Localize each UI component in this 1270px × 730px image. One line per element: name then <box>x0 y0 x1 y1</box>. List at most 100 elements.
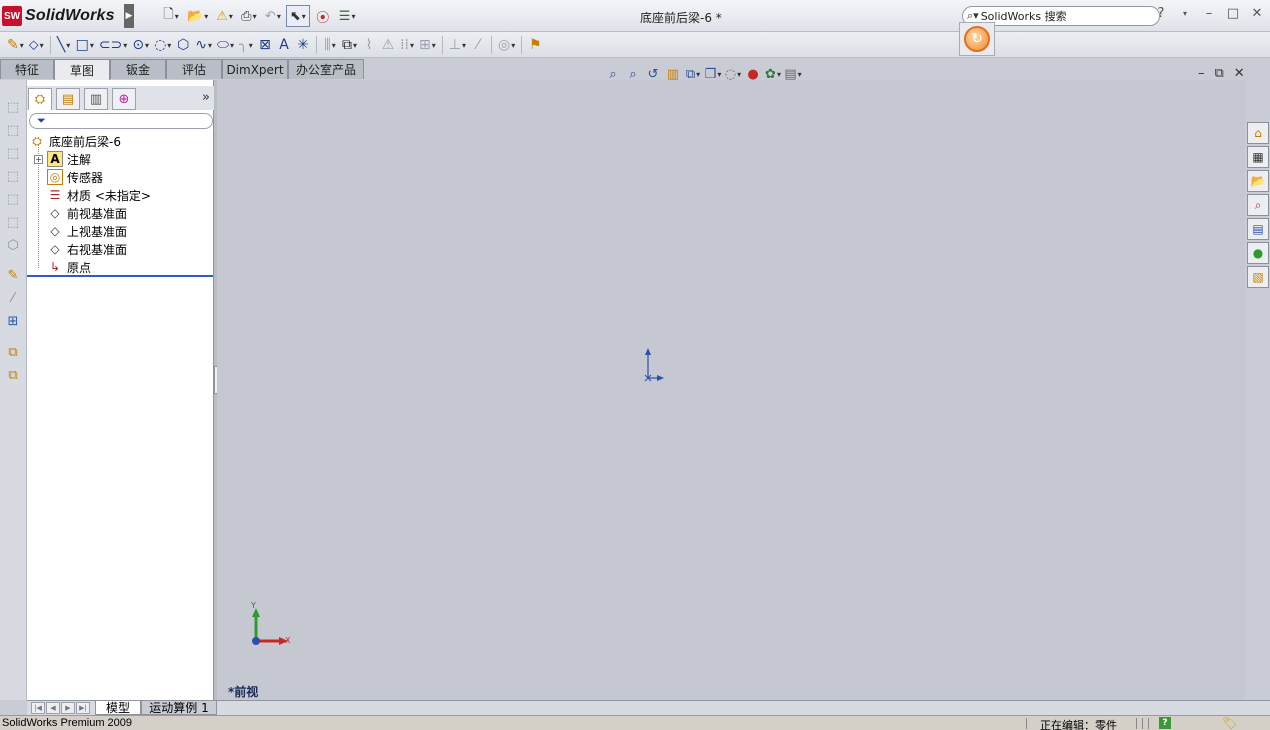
more-tabs-button[interactable]: » <box>202 90 210 105</box>
doc-minimize-button[interactable]: – <box>1198 66 1205 81</box>
tree-item-material[interactable]: ☰ 材质 <未指定> <box>47 186 151 204</box>
undo-icon[interactable]: ↶ ▾ <box>262 5 284 27</box>
polygon-icon[interactable]: ⬡ <box>174 34 192 56</box>
hide-show-items-icon[interactable]: ◌ ▾ <box>724 65 742 83</box>
design-library-icon[interactable]: ▦ <box>1247 146 1269 168</box>
text-icon[interactable]: A <box>275 34 293 56</box>
help-popup-button[interactable]: ↻ <box>959 22 995 56</box>
plane-icon[interactable]: ⊠ <box>256 34 274 56</box>
maximize-button[interactable]: □ <box>1226 6 1240 21</box>
help-dropdown-icon[interactable]: ▾ <box>1178 9 1192 18</box>
traffic-light-icon[interactable]: ⦿ <box>312 5 334 27</box>
offset-icon[interactable]: ⧉ ▾ <box>340 34 359 56</box>
sweep-icon[interactable]: ⬚ <box>4 144 22 162</box>
close-button[interactable]: ✕ <box>1250 6 1264 21</box>
block-icon[interactable]: ⧉ <box>4 343 22 361</box>
linear-pattern-icon[interactable]: ⁞⁞ ▾ <box>398 34 416 56</box>
circle-icon[interactable]: ⊙ ▾ <box>130 34 151 56</box>
feature-manager-tab-icon[interactable]: ⛭ <box>28 88 52 110</box>
move-entities-icon[interactable]: ⊞ ▾ <box>417 34 438 56</box>
first-tab-icon[interactable]: |◀ <box>31 702 45 714</box>
rectangle-icon[interactable]: □ ▾ <box>74 34 96 56</box>
tab-motion-study[interactable]: 运动算例 1 <box>141 701 217 715</box>
display-style-icon[interactable]: ❒ ▾ <box>704 65 722 83</box>
resources-icon[interactable]: ⌂ <box>1247 122 1269 144</box>
open-folder-icon[interactable]: 📂 ▾ <box>184 5 211 27</box>
sketch-fillet-icon[interactable]: ╮ ▾ <box>237 34 255 56</box>
appearances-icon[interactable]: ● <box>1247 242 1269 264</box>
rebuild-icon[interactable]: ⚠ ▾ <box>213 5 236 27</box>
tree-item-front-plane[interactable]: ◇ 前视基准面 <box>47 204 127 222</box>
doc-restore-button[interactable]: ⧉ <box>1215 66 1224 81</box>
last-tab-icon[interactable]: ▶| <box>76 702 90 714</box>
property-manager-tab-icon[interactable]: ▤ <box>56 88 80 110</box>
rollback-bar[interactable] <box>27 275 213 277</box>
minimize-button[interactable]: – <box>1202 6 1216 21</box>
tab-evaluate[interactable]: 评估 <box>166 59 222 79</box>
tab-sheet-metal[interactable]: 钣金 <box>110 59 166 79</box>
extrude-icon[interactable]: ⬚ <box>4 98 22 116</box>
slot-icon[interactable]: ⊂⊃ ▾ <box>97 34 129 56</box>
menu-flyout-arrow[interactable]: ▶ <box>124 4 134 28</box>
custom-properties-icon[interactable]: ▧ <box>1247 266 1269 288</box>
quick-snap-icon[interactable]: ⁄ <box>4 289 22 307</box>
previous-view-icon[interactable]: ↺ <box>644 65 662 83</box>
block-insert-icon[interactable]: ⧉ <box>4 366 22 384</box>
quick-tips-icon[interactable]: ? <box>1159 717 1171 729</box>
smart-dimension-icon[interactable]: ⬦ ▾ <box>27 34 46 56</box>
file-explorer-icon[interactable]: 📂 <box>1247 170 1269 192</box>
tab-model[interactable]: 模型 <box>95 701 141 715</box>
trim-icon[interactable]: ⌇ <box>360 34 378 56</box>
mirror-icon[interactable]: ⫼ ▾ <box>321 34 339 56</box>
tab-office-products[interactable]: 办公室产品 <box>288 59 364 79</box>
graphics-area[interactable]: Y X <box>217 80 1245 700</box>
print-icon[interactable]: ⎙ ▾ <box>238 5 260 27</box>
zoom-to-area-icon[interactable]: ⌕ <box>624 65 642 83</box>
edit-appearance-icon[interactable]: ● <box>744 65 762 83</box>
next-tab-icon[interactable]: ▶ <box>61 702 75 714</box>
select-icon[interactable]: ⬉ ▾ <box>285 5 310 27</box>
loft-icon[interactable]: ⬚ <box>4 167 22 185</box>
revolve-icon[interactable]: ⬚ <box>4 121 22 139</box>
tab-dimxpert[interactable]: DimXpert <box>222 59 288 79</box>
tags-icon[interactable]: 🏷 <box>1222 716 1237 730</box>
view-palette-icon[interactable]: ▤ <box>1247 218 1269 240</box>
view-settings-icon[interactable]: ▤ ▾ <box>784 65 802 83</box>
zoom-to-fit-icon[interactable]: ⌕ <box>604 65 622 83</box>
apply-scene-icon[interactable]: ✿ ▾ <box>764 65 782 83</box>
arc-icon[interactable]: ◌ ▾ <box>152 34 173 56</box>
tab-features[interactable]: 特征 <box>0 59 54 79</box>
view-orientation-icon[interactable]: ⧉ ▾ <box>684 65 702 83</box>
convert-entities-icon[interactable]: ⚠ <box>379 34 397 56</box>
tree-filter-input[interactable]: ⏷ <box>29 113 213 129</box>
doc-close-button[interactable]: ✕ <box>1234 66 1245 81</box>
ellipse-icon[interactable]: ⬭ ▾ <box>215 34 236 56</box>
sketch-icon[interactable]: ✎ ▾ <box>5 34 26 56</box>
tab-sketch[interactable]: 草图 <box>54 59 110 80</box>
spline-icon[interactable]: ∿ ▾ <box>193 34 214 56</box>
line-icon[interactable]: ╲ ▾ <box>55 34 73 56</box>
tree-item-sensors[interactable]: ◎ 传感器 <box>47 168 103 186</box>
tree-root[interactable]: ⛭ 底座前后梁-6 <box>29 132 121 150</box>
repair-sketch-icon[interactable]: ⚑ <box>526 34 544 56</box>
shell-icon[interactable]: ⬡ <box>4 236 22 254</box>
tree-item-origin[interactable]: ↳ 原点 <box>47 258 91 276</box>
edit-sketch-icon[interactable]: ✎ <box>4 266 22 284</box>
move-icon[interactable]: ⊞ <box>4 312 22 330</box>
options-icon[interactable]: ☰ ▾ <box>336 5 359 27</box>
quick-snaps-icon[interactable]: ⁄ <box>469 34 487 56</box>
help-button[interactable]: ? <box>1154 6 1168 21</box>
relations-icon[interactable]: ⊥ ▾ <box>447 34 468 56</box>
section-view-icon[interactable]: ▥ <box>664 65 682 83</box>
configuration-manager-tab-icon[interactable]: ▥ <box>84 88 108 110</box>
solidworks-logo[interactable]: SW SolidWorks <box>2 4 115 28</box>
tree-item-top-plane[interactable]: ◇ 上视基准面 <box>47 222 127 240</box>
expand-annotations-icon[interactable]: + <box>34 155 43 164</box>
search-results-icon[interactable]: ⌕ <box>1247 194 1269 216</box>
cut-icon[interactable]: ⬚ <box>4 190 22 208</box>
prev-tab-icon[interactable]: ◀ <box>46 702 60 714</box>
tree-item-annotations[interactable]: A 注解 <box>47 150 91 168</box>
tree-item-right-plane[interactable]: ◇ 右视基准面 <box>47 240 127 258</box>
hole-icon[interactable]: ⬚ <box>4 213 22 231</box>
new-document-icon[interactable]: 🗋 ▾ <box>160 5 182 27</box>
